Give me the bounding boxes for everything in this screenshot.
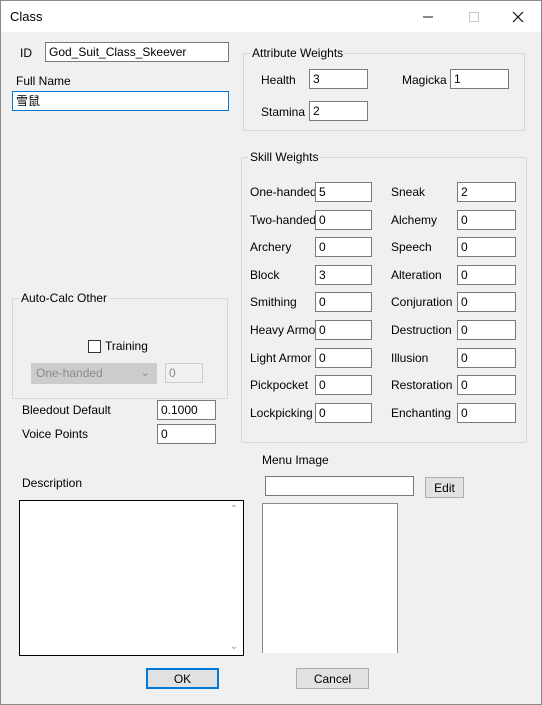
skill-label-lockpicking: Lockpicking [250, 406, 313, 420]
skill-label-two-handed: Two-handed [250, 213, 317, 227]
skill-field-two-handed[interactable]: 0 [315, 210, 372, 230]
skill-field-alchemy[interactable]: 0 [457, 210, 516, 230]
voice-points-label: Voice Points [22, 427, 89, 441]
description-textarea[interactable]: ⌃ ⌄ [19, 500, 244, 656]
training-label: Training [105, 339, 148, 353]
full-name-field[interactable]: 雪鼠 [12, 91, 229, 111]
skill-field-enchanting[interactable]: 0 [457, 403, 516, 423]
skill-field-lockpicking[interactable]: 0 [315, 403, 372, 423]
skill-label-illusion: Illusion [391, 351, 429, 365]
health-label: Health [261, 73, 296, 87]
scroll-down-icon[interactable]: ⌄ [226, 641, 242, 652]
skill-field-block[interactable]: 3 [315, 265, 372, 285]
training-skill-select-value: One-handed [36, 366, 103, 380]
skill-label-speech: Speech [391, 240, 432, 254]
skill-label-alteration: Alteration [391, 268, 442, 282]
skill-field-illusion[interactable]: 0 [457, 348, 516, 368]
skill-field-conjuration[interactable]: 0 [457, 292, 516, 312]
maximize-icon [451, 1, 497, 32]
menu-image-label: Menu Image [262, 453, 329, 467]
skill-label-one-handed: One-handed [250, 185, 317, 199]
skill-label-conjuration: Conjuration [391, 295, 453, 309]
skill-field-smithing[interactable]: 0 [315, 292, 372, 312]
class-dialog: Class ID God_Suit_Class_Skeever Full Nam… [0, 0, 542, 705]
skill-field-one-handed[interactable]: 5 [315, 182, 372, 202]
skill-label-pickpocket: Pickpocket [250, 378, 309, 392]
menu-image-path-field[interactable] [265, 476, 414, 496]
id-label: ID [20, 46, 32, 60]
skill-field-heavy-armor[interactable]: 0 [315, 320, 372, 340]
skill-label-restoration: Restoration [391, 378, 453, 392]
skill-label-light-armor: Light Armor [250, 351, 312, 365]
skill-field-light-armor[interactable]: 0 [315, 348, 372, 368]
full-name-label: Full Name [16, 74, 71, 88]
skill-label-sneak: Sneak [391, 185, 426, 199]
attribute-weights-title: Attribute Weights [250, 46, 346, 60]
bleedout-default-field[interactable]: 0.1000 [157, 400, 216, 420]
stamina-label: Stamina [261, 105, 306, 119]
health-field[interactable]: 3 [309, 69, 368, 89]
description-label: Description [22, 476, 83, 490]
skill-label-alchemy: Alchemy [391, 213, 438, 227]
skill-field-pickpocket[interactable]: 0 [315, 375, 372, 395]
stamina-field[interactable]: 2 [309, 101, 368, 121]
skill-label-smithing: Smithing [250, 295, 297, 309]
auto-calc-title: Auto-Calc Other [19, 291, 110, 305]
bleedout-default-label: Bleedout Default [22, 403, 111, 417]
skill-field-archery[interactable]: 0 [315, 237, 372, 257]
minimize-icon[interactable] [405, 1, 451, 32]
training-skill-select: One-handed ⌄ [31, 363, 157, 384]
skill-field-destruction[interactable]: 0 [457, 320, 516, 340]
skill-label-archery: Archery [250, 240, 292, 254]
id-field[interactable]: God_Suit_Class_Skeever [45, 42, 229, 62]
training-value-field: 0 [165, 363, 203, 383]
skill-weights-title: Skill Weights [248, 150, 321, 164]
menu-image-preview [262, 503, 398, 653]
title-bar: Class [1, 1, 541, 32]
description-scrollbar[interactable]: ⌃ ⌄ [226, 502, 242, 654]
skill-field-sneak[interactable]: 2 [457, 182, 516, 202]
skill-field-speech[interactable]: 0 [457, 237, 516, 257]
voice-points-field[interactable]: 0 [157, 424, 216, 444]
skill-field-restoration[interactable]: 0 [457, 375, 516, 395]
skill-field-alteration[interactable]: 0 [457, 265, 516, 285]
skill-label-enchanting: Enchanting [391, 406, 452, 420]
magicka-field[interactable]: 1 [450, 69, 509, 89]
skill-label-heavy-armor: Heavy Armor [250, 323, 320, 337]
close-icon[interactable] [495, 1, 541, 32]
attribute-weights-group: Attribute Weights [243, 46, 525, 131]
magicka-label: Magicka [402, 73, 447, 87]
edit-menu-image-button[interactable]: Edit [425, 477, 464, 498]
ok-button[interactable]: OK [146, 668, 219, 689]
scroll-up-icon[interactable]: ⌃ [226, 504, 242, 515]
chevron-down-icon: ⌄ [140, 367, 150, 379]
skill-label-destruction: Destruction [391, 323, 452, 337]
skill-label-block: Block [250, 268, 280, 282]
window-title: Class [10, 9, 43, 24]
training-checkbox[interactable] [88, 340, 101, 353]
cancel-button[interactable]: Cancel [296, 668, 369, 689]
